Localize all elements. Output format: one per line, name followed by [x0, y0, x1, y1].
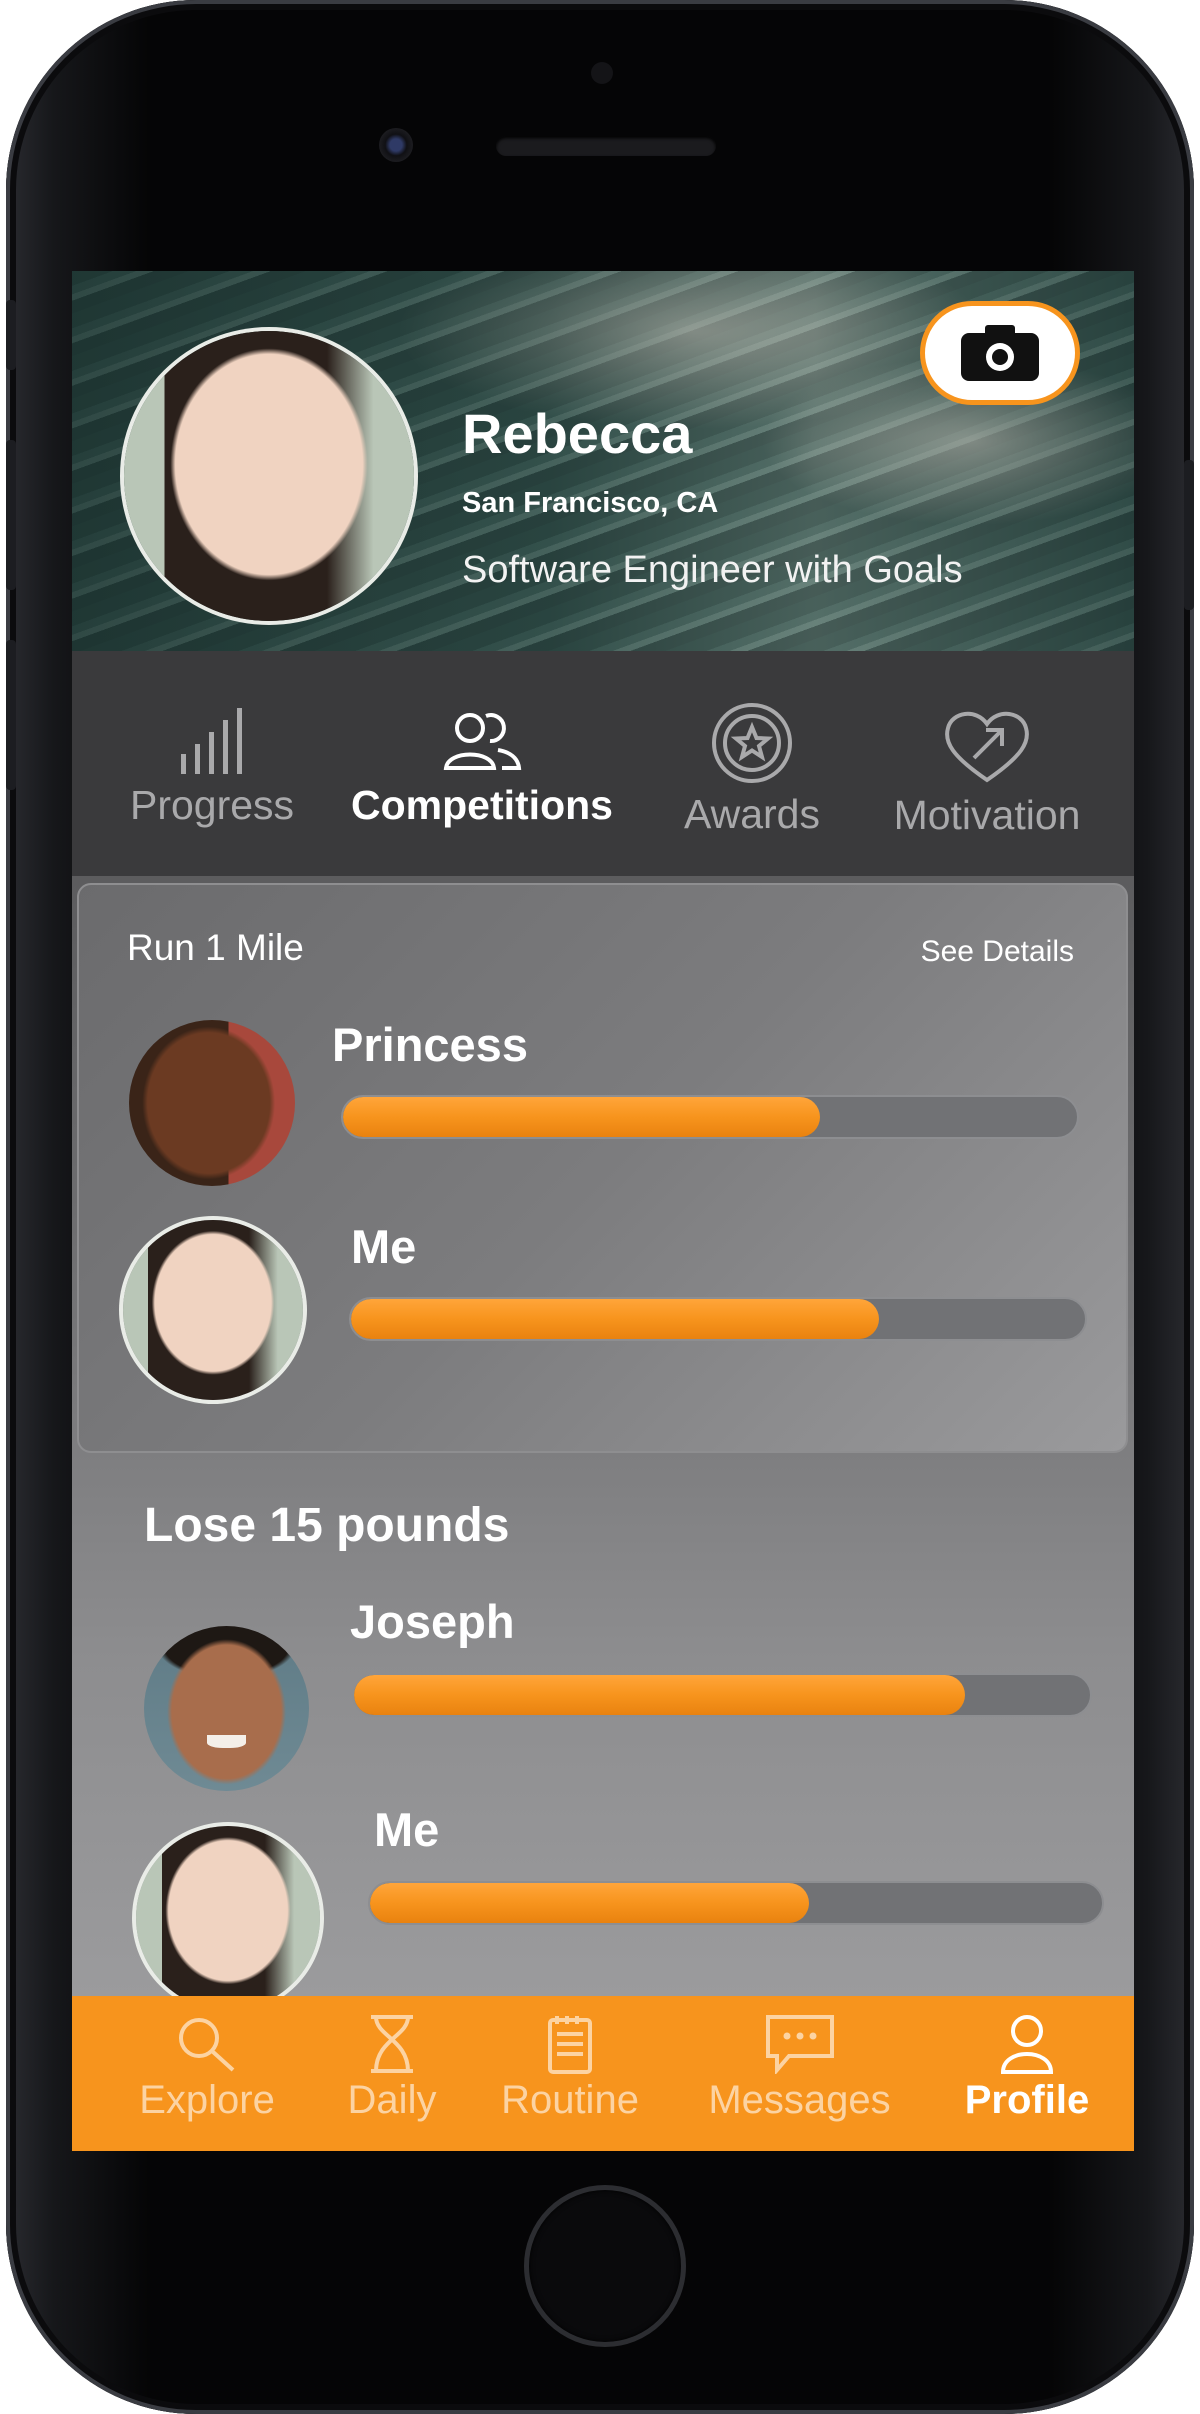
- power-button: [1184, 460, 1194, 610]
- app-screen: Rebecca San Francisco, CA Software Engin…: [72, 271, 1134, 2151]
- volume-up-button: [6, 440, 16, 590]
- nav-profile[interactable]: Profile: [942, 2014, 1112, 2123]
- tab-motivation[interactable]: Motivation: [872, 706, 1102, 839]
- competition-card-run[interactable]: Run 1 Mile See Details Princess Me: [77, 883, 1128, 1453]
- see-details-link[interactable]: See Details: [921, 935, 1074, 969]
- person-icon: [1000, 2015, 1054, 2074]
- profile-name: Rebecca: [462, 402, 693, 465]
- participant-name: Me: [351, 1220, 417, 1273]
- progress-bar-me: [349, 1297, 1087, 1341]
- search-icon: [179, 2018, 235, 2072]
- tab-motivation-label: Motivation: [893, 792, 1081, 838]
- volume-down-button: [6, 640, 16, 790]
- proximity-sensor: [591, 62, 613, 84]
- bottom-nav: Explore Daily Routine Messages Profile: [72, 1996, 1134, 2151]
- nav-explore[interactable]: Explore: [112, 2014, 302, 2123]
- nav-profile-label: Profile: [964, 2078, 1090, 2122]
- nav-messages-label: Messages: [708, 2078, 891, 2122]
- phone-frame: Rebecca San Francisco, CA Software Engin…: [6, 0, 1194, 2414]
- tab-awards[interactable]: Awards: [652, 701, 852, 838]
- star-badge-icon: [712, 703, 792, 783]
- competition-title: Lose 15 pounds: [144, 1499, 510, 1552]
- nav-explore-label: Explore: [139, 2078, 275, 2122]
- earpiece-speaker: [496, 136, 716, 156]
- participant-avatar-joseph[interactable]: [144, 1626, 309, 1791]
- participant-name: Joseph: [350, 1595, 515, 1648]
- participant-name: Me: [374, 1803, 440, 1856]
- change-cover-photo-button[interactable]: [920, 301, 1080, 405]
- profile-avatar[interactable]: [124, 331, 414, 621]
- participant-avatar-me[interactable]: [136, 1826, 320, 2010]
- competitions-feed: Run 1 Mile See Details Princess Me Lose …: [72, 876, 1134, 2010]
- participant-name: Princess: [332, 1018, 528, 1071]
- smile: [206, 1734, 247, 1749]
- progress-bar-princess: [341, 1095, 1079, 1139]
- competition-title: Run 1 Mile: [127, 927, 304, 968]
- tab-competitions[interactable]: Competitions: [337, 706, 627, 829]
- tab-progress-label: Progress: [129, 782, 295, 828]
- profile-location: San Francisco, CA: [462, 487, 719, 519]
- progress-bar-joseph: [352, 1673, 1092, 1717]
- progress-fill: [354, 1675, 965, 1715]
- progress-fill: [343, 1097, 821, 1137]
- hourglass-icon: [371, 2015, 413, 2073]
- participant-avatar-me[interactable]: [123, 1220, 303, 1400]
- tab-progress[interactable]: Progress: [112, 706, 312, 829]
- users-icon: [443, 713, 522, 770]
- home-button[interactable]: [524, 2185, 686, 2347]
- chat-bubble-icon: [765, 2015, 834, 2074]
- nav-messages[interactable]: Messages: [692, 2014, 907, 2123]
- mute-switch: [6, 300, 16, 370]
- tab-competitions-label: Competitions: [351, 782, 613, 828]
- bar-chart-icon: [181, 708, 242, 774]
- nav-routine[interactable]: Routine: [490, 2014, 650, 2123]
- notepad-icon: [548, 2016, 592, 2074]
- front-camera: [379, 128, 413, 162]
- nav-daily-label: Daily: [347, 2078, 437, 2122]
- progress-bar-me: [368, 1881, 1104, 1925]
- progress-fill: [370, 1883, 810, 1923]
- tab-awards-label: Awards: [684, 791, 820, 837]
- profile-tabs: Progress Competitions Awards Motivation: [72, 651, 1134, 876]
- participant-avatar-princess[interactable]: [129, 1020, 295, 1186]
- profile-bio: Software Engineer with Goals: [462, 549, 963, 591]
- nav-daily[interactable]: Daily: [327, 2014, 457, 2123]
- heart-arrow-icon: [945, 712, 1029, 783]
- nav-routine-label: Routine: [501, 2078, 639, 2122]
- camera-icon: [961, 325, 1039, 381]
- progress-fill: [351, 1299, 880, 1339]
